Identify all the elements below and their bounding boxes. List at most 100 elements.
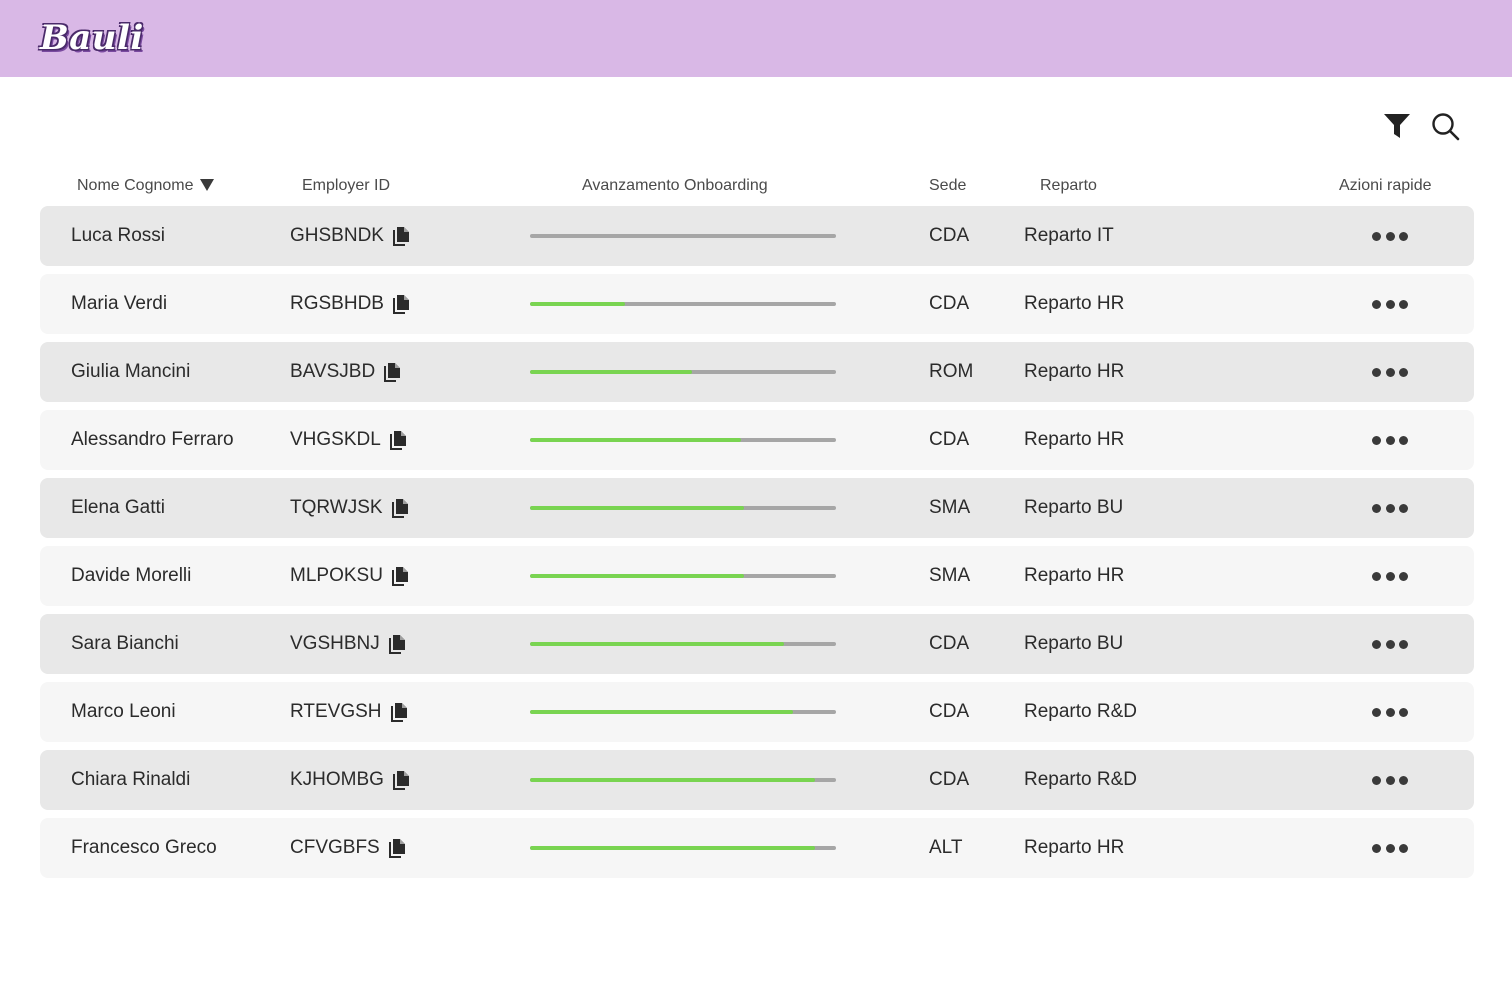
employer-id-cell: RGSBHDB — [290, 274, 410, 334]
employer-id: KJHOMBG — [290, 769, 384, 790]
table-row[interactable]: Giulia Mancini BAVSJBD ROM Reparto HR — [40, 342, 1474, 402]
copy-icon[interactable] — [391, 498, 409, 518]
table-row[interactable]: Elena Gatti TQRWJSK SMA Reparto BU — [40, 478, 1474, 538]
employer-id-cell: MLPOKSU — [290, 546, 409, 606]
column-header-sede: Sede — [929, 177, 967, 194]
employer-id: CFVGBFS — [290, 837, 380, 858]
employee-name: Davide Morelli — [71, 565, 192, 586]
table-row[interactable]: Alessandro Ferraro VHGSKDL CDA Reparto H… — [40, 410, 1474, 470]
onboarding-progress-fill — [530, 846, 815, 850]
sort-down-icon[interactable] — [199, 179, 214, 191]
more-actions-icon[interactable] — [1372, 570, 1408, 582]
table-row[interactable]: Maria Verdi RGSBHDB CDA Reparto HR — [40, 274, 1474, 334]
column-header-employer-id: Employer ID — [302, 177, 391, 194]
employer-id: RTEVGSH — [290, 701, 382, 722]
reparto-cell: Reparto HR — [1024, 429, 1125, 450]
copy-icon[interactable] — [391, 566, 409, 586]
column-header-name-label: Nome Cognome — [77, 177, 194, 194]
employee-name: Luca Rossi — [71, 225, 165, 246]
sede-cell: ROM — [929, 361, 974, 382]
more-actions-icon[interactable] — [1372, 706, 1408, 718]
onboarding-progress-fill — [530, 574, 745, 578]
onboarding-progress-fill — [530, 642, 784, 646]
search-icon[interactable] — [1429, 110, 1461, 142]
column-header-name[interactable]: Nome Cognome — [77, 176, 214, 196]
onboarding-progress-fill — [530, 778, 815, 782]
employee-name: Alessandro Ferraro — [71, 429, 234, 450]
onboarding-progress-fill — [530, 370, 693, 374]
reparto-cell: Reparto BU — [1024, 633, 1124, 654]
reparto-cell: Reparto HR — [1024, 293, 1125, 314]
employee-name: Sara Bianchi — [71, 633, 179, 654]
employer-id-cell: VHGSKDL — [290, 410, 407, 470]
copy-icon[interactable] — [392, 226, 410, 246]
bauli-logo[interactable]: Bauli — [40, 18, 144, 58]
onboarding-progress-bar — [530, 438, 836, 442]
employee-name: Elena Gatti — [71, 497, 165, 518]
employer-id-cell: RTEVGSH — [290, 682, 408, 742]
onboarding-progress-fill — [530, 302, 625, 306]
more-actions-icon[interactable] — [1372, 298, 1408, 310]
onboarding-progress-bar — [530, 778, 836, 782]
copy-icon[interactable] — [388, 634, 406, 654]
onboarding-progress-bar — [530, 506, 836, 510]
table-row[interactable]: Davide Morelli MLPOKSU SMA Reparto HR — [40, 546, 1474, 606]
more-actions-icon[interactable] — [1372, 774, 1408, 786]
more-actions-icon[interactable] — [1372, 230, 1408, 242]
employer-id-cell: BAVSJBD — [290, 342, 401, 402]
copy-icon[interactable] — [388, 838, 406, 858]
reparto-cell: Reparto BU — [1024, 497, 1124, 518]
reparto-cell: Reparto R&D — [1024, 701, 1137, 722]
more-actions-icon[interactable] — [1372, 366, 1408, 378]
more-actions-icon[interactable] — [1372, 502, 1408, 514]
table-row[interactable]: Sara Bianchi VGSHBNJ CDA Reparto BU — [40, 614, 1474, 674]
copy-icon[interactable] — [392, 294, 410, 314]
employer-id-cell: TQRWJSK — [290, 478, 409, 538]
more-actions-icon[interactable] — [1372, 842, 1408, 854]
copy-icon[interactable] — [389, 430, 407, 450]
filter-icon[interactable] — [1381, 110, 1413, 142]
table-row[interactable]: Luca Rossi GHSBNDK CDA Reparto IT — [40, 206, 1474, 266]
sede-cell: CDA — [929, 429, 970, 450]
more-actions-icon[interactable] — [1372, 638, 1408, 650]
onboarding-progress-bar — [530, 710, 836, 714]
employer-id: TQRWJSK — [290, 497, 383, 518]
copy-icon[interactable] — [392, 770, 410, 790]
reparto-cell: Reparto HR — [1024, 837, 1125, 858]
sede-cell: CDA — [929, 633, 970, 654]
top-bar: Bauli — [0, 0, 1512, 77]
reparto-cell: Reparto IT — [1024, 225, 1114, 246]
onboarding-progress-bar — [530, 846, 836, 850]
employer-id: VHGSKDL — [290, 429, 381, 450]
employer-id-cell: GHSBNDK — [290, 206, 410, 266]
table-row[interactable]: Marco Leoni RTEVGSH CDA Reparto R&D — [40, 682, 1474, 742]
employee-name: Maria Verdi — [71, 293, 168, 314]
sede-cell: CDA — [929, 225, 970, 246]
sede-cell: CDA — [929, 769, 970, 790]
employee-name: Marco Leoni — [71, 701, 176, 722]
employer-id: RGSBHDB — [290, 293, 384, 314]
onboarding-progress-bar — [530, 642, 836, 646]
column-header-progress: Avanzamento Onboarding — [582, 177, 768, 194]
employer-id: MLPOKSU — [290, 565, 383, 586]
onboarding-progress-bar — [530, 370, 836, 374]
table-row[interactable]: Chiara Rinaldi KJHOMBG CDA Reparto R&D — [40, 750, 1474, 810]
onboarding-progress-fill — [530, 438, 742, 442]
column-header-reparto: Reparto — [1040, 177, 1097, 194]
table-row[interactable]: Francesco Greco CFVGBFS ALT Reparto HR — [40, 818, 1474, 878]
employer-id-cell: VGSHBNJ — [290, 614, 406, 674]
employer-id: GHSBNDK — [290, 225, 384, 246]
employer-id-cell: KJHOMBG — [290, 750, 410, 810]
employee-name: Chiara Rinaldi — [71, 769, 191, 790]
reparto-cell: Reparto HR — [1024, 565, 1125, 586]
onboarding-progress-fill — [530, 506, 745, 510]
employer-id: BAVSJBD — [290, 361, 376, 382]
employer-id: VGSHBNJ — [290, 633, 380, 654]
sede-cell: SMA — [929, 497, 971, 518]
copy-icon[interactable] — [384, 362, 401, 382]
sede-cell: ALT — [929, 837, 963, 858]
more-actions-icon[interactable] — [1372, 434, 1408, 446]
sede-cell: CDA — [929, 701, 970, 722]
copy-icon[interactable] — [390, 702, 408, 722]
sede-cell: CDA — [929, 293, 970, 314]
